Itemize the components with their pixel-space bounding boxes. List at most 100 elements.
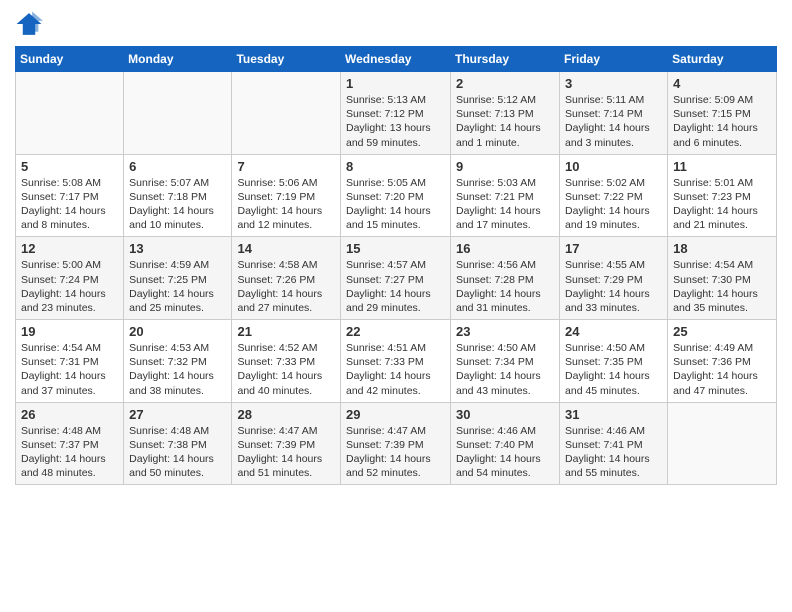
sunset-text: Sunset: 7:22 PM [565, 191, 643, 203]
sunrise-text: Sunrise: 5:12 AM [456, 94, 536, 106]
sunrise-text: Sunrise: 4:57 AM [346, 259, 426, 271]
daylight-text: Daylight: 14 hours and 25 minutes. [129, 288, 214, 314]
weekday-header-friday: Friday [560, 47, 668, 72]
day-info: Sunrise: 4:59 AMSunset: 7:25 PMDaylight:… [129, 258, 226, 315]
day-number: 16 [456, 241, 554, 256]
sunset-text: Sunset: 7:41 PM [565, 439, 643, 451]
page: SundayMondayTuesdayWednesdayThursdayFrid… [0, 0, 792, 495]
daylight-text: Daylight: 14 hours and 10 minutes. [129, 205, 214, 231]
sunset-text: Sunset: 7:18 PM [129, 191, 207, 203]
weekday-row: SundayMondayTuesdayWednesdayThursdayFrid… [16, 47, 777, 72]
day-info: Sunrise: 5:05 AMSunset: 7:20 PMDaylight:… [346, 176, 445, 233]
sunrise-text: Sunrise: 4:47 AM [237, 425, 317, 437]
day-cell: 7Sunrise: 5:06 AMSunset: 7:19 PMDaylight… [232, 154, 341, 237]
day-number: 4 [673, 76, 771, 91]
sunrise-text: Sunrise: 4:46 AM [565, 425, 645, 437]
sunrise-text: Sunrise: 4:50 AM [565, 342, 645, 354]
day-cell: 5Sunrise: 5:08 AMSunset: 7:17 PMDaylight… [16, 154, 124, 237]
day-cell: 22Sunrise: 4:51 AMSunset: 7:33 PMDayligh… [341, 320, 451, 403]
day-cell: 15Sunrise: 4:57 AMSunset: 7:27 PMDayligh… [341, 237, 451, 320]
day-number: 29 [346, 407, 445, 422]
day-cell: 11Sunrise: 5:01 AMSunset: 7:23 PMDayligh… [668, 154, 777, 237]
day-number: 15 [346, 241, 445, 256]
day-number: 12 [21, 241, 118, 256]
weekday-header-wednesday: Wednesday [341, 47, 451, 72]
day-cell: 10Sunrise: 5:02 AMSunset: 7:22 PMDayligh… [560, 154, 668, 237]
daylight-text: Daylight: 14 hours and 40 minutes. [237, 370, 322, 396]
day-info: Sunrise: 4:48 AM Sunset: 7:37 PM Daylight:… [21, 424, 118, 481]
day-info: Sunrise: 4:50 AM Sunset: 7:35 PM Daylight:… [565, 341, 662, 398]
day-cell [668, 402, 777, 485]
day-cell: 3Sunrise: 5:11 AMSunset: 7:14 PMDaylight… [560, 72, 668, 155]
day-number: 20 [129, 324, 226, 339]
day-info: Sunrise: 4:57 AMSunset: 7:27 PMDaylight:… [346, 258, 445, 315]
sunset-text: Sunset: 7:27 PM [346, 274, 424, 286]
sunrise-text: Sunrise: 5:05 AM [346, 177, 426, 189]
day-info: Sunrise: 5:03 AMSunset: 7:21 PMDaylight:… [456, 176, 554, 233]
day-cell: 16 Sunrise: 4:56 AMSunset: 7:28 PMDayligh… [451, 237, 560, 320]
weekday-header-sunday: Sunday [16, 47, 124, 72]
day-cell: 26Sunrise: 4:48 AMSunset: 7:37 PMDayligh… [16, 402, 124, 485]
weekday-header-thursday: Thursday [451, 47, 560, 72]
calendar-header: SundayMondayTuesdayWednesdayThursdayFrid… [16, 47, 777, 72]
daylight-text: Daylight: 14 hours and 50 minutes. [129, 453, 214, 479]
daylight-text: Daylight: 14 hours and 8 minutes. [21, 205, 106, 231]
daylight-text: Daylight: 14 hours and 6 minutes. [673, 122, 758, 148]
sunset-text: Sunset: 7:26 PM [237, 274, 315, 286]
sunset-text: Sunset: 7:23 PM [673, 191, 751, 203]
daylight-text: Daylight: 14 hours and 19 minutes. [565, 205, 650, 231]
day-cell: 13Sunrise: 4:59 AMSunset: 7:25 PMDayligh… [124, 237, 232, 320]
sunset-text: Sunset: 7:38 PM [129, 439, 207, 451]
daylight-text: Daylight: 14 hours and 48 minutes. [21, 453, 106, 479]
sunrise-text: Sunrise: 4:59 AM [129, 259, 209, 271]
week-row-5: 26Sunrise: 4:48 AMSunset: 7:37 PMDayligh… [16, 402, 777, 485]
sunset-text: Sunset: 7:15 PM [673, 108, 751, 120]
day-info: Sunrise: 4:51 AMSunset: 7:33 PMDaylight:… [346, 341, 445, 398]
sunset-text: Sunset: 7:37 PM [21, 439, 99, 451]
sunset-text: Sunset: 7:35 PM [565, 356, 643, 368]
daylight-text: Daylight: 14 hours and 43 minutes. [456, 370, 541, 396]
sunrise-text: Sunrise: 4:48 AM [129, 425, 209, 437]
day-cell: 27Sunrise: 4:48 AMSunset: 7:38 PMDayligh… [124, 402, 232, 485]
day-info: Sunrise: 5:12 AMSunset: 7:13 PMDaylight:… [456, 93, 554, 150]
sunrise-text: Sunrise: 4:53 AM [129, 342, 209, 354]
day-info: Sunrise: 5:07 AM Sunset: 7:18 PM Daylight:… [129, 176, 226, 233]
daylight-text: Daylight: 14 hours and 54 minutes. [456, 453, 541, 479]
sunset-text: Sunset: 7:40 PM [456, 439, 534, 451]
sunrise-text: Sunrise: 4:48 AM [21, 425, 101, 437]
daylight-text: Daylight: 14 hours and 45 minutes. [565, 370, 650, 396]
header [15, 10, 777, 38]
sunrise-text: Sunrise: 5:00 AM [21, 259, 101, 271]
day-cell: 28Sunrise: 4:47 AMSunset: 7:39 PMDayligh… [232, 402, 341, 485]
day-cell: 17Sunrise: 4:55 AMSunset: 7:29 PMDayligh… [560, 237, 668, 320]
day-cell [16, 72, 124, 155]
sunrise-text: Sunrise: 4:56 AM [456, 259, 536, 271]
day-cell: 8Sunrise: 5:05 AMSunset: 7:20 PMDaylight… [341, 154, 451, 237]
sunset-text: Sunset: 7:32 PM [129, 356, 207, 368]
day-number: 30 [456, 407, 554, 422]
day-cell: 1Sunrise: 5:13 AMSunset: 7:12 PMDaylight… [341, 72, 451, 155]
sunset-text: Sunset: 7:13 PM [456, 108, 534, 120]
sunrise-text: Sunrise: 4:49 AM [673, 342, 753, 354]
week-row-4: 19Sunrise: 4:54 AMSunset: 7:31 PMDayligh… [16, 320, 777, 403]
day-info: Sunrise: 4:56 AMSunset: 7:28 PMDaylight:… [456, 258, 554, 315]
sunrise-text: Sunrise: 4:47 AM [346, 425, 426, 437]
weekday-header-tuesday: Tuesday [232, 47, 341, 72]
day-number: 1 [346, 76, 445, 91]
sunrise-text: Sunrise: 4:54 AM [673, 259, 753, 271]
day-cell: 20Sunrise: 4:53 AMSunset: 7:32 PMDayligh… [124, 320, 232, 403]
sunset-text: Sunset: 7:34 PM [456, 356, 534, 368]
day-info: Sunrise: 4:53 AMSunset: 7:32 PMDaylight:… [129, 341, 226, 398]
daylight-text: Daylight: 14 hours and 17 minutes. [456, 205, 541, 231]
sunset-text: Sunset: 7:24 PM [21, 274, 99, 286]
day-number: 31 [565, 407, 662, 422]
daylight-text: Daylight: 14 hours and 15 minutes. [346, 205, 431, 231]
day-number: 10 [565, 159, 662, 174]
sunrise-text: Sunrise: 5:11 AM [565, 94, 644, 106]
day-number: 24 [565, 324, 662, 339]
sunset-text: Sunset: 7:30 PM [673, 274, 751, 286]
sunrise-text: Sunrise: 5:03 AM [456, 177, 536, 189]
day-info: Sunrise: 4:49 AMSunset: 7:36 PMDaylight:… [673, 341, 771, 398]
daylight-text: Daylight: 14 hours and 42 minutes. [346, 370, 431, 396]
sunrise-text: Sunrise: 5:07 AM [129, 177, 209, 189]
